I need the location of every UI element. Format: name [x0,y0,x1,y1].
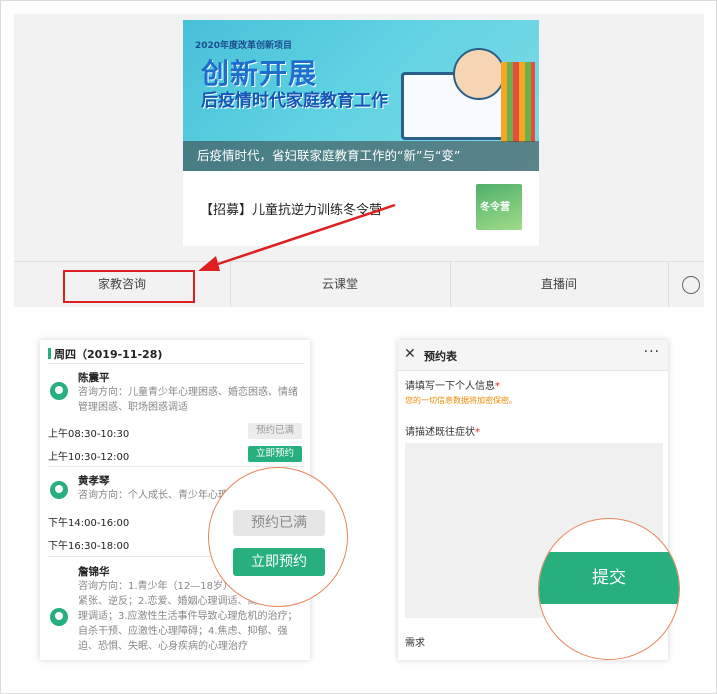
date-accent-bar [48,348,51,359]
expert-name: 詹锦华 [78,566,110,578]
close-icon[interactable]: ✕ [404,346,416,362]
divider [48,466,304,467]
expert-avatar-icon [50,382,68,400]
slot-time: 上午10:30-12:00 [48,452,130,463]
submit-button[interactable]: 提交 [539,552,679,604]
expert-desc: 咨询方向：儿童青少年心理困惑、婚恋困惑、情绪管理困惑、职场困惑调适 [78,387,298,413]
slot-time: 下午14:00-16:00 [48,518,130,529]
privacy-note: 您的一切信息数据将加密保密。 [405,396,517,405]
required-mark: * [475,427,480,438]
slot-time: 上午08:30-10:30 [48,429,130,440]
form-header: ✕ 预约表 ··· [398,340,668,371]
needs-label: 需求 [405,638,425,649]
personal-info-label: 请填写一下个人信息* [405,377,500,392]
expert-name: 黄孝琴 [78,475,110,487]
zoom-callout-submit: 提交 [538,518,680,660]
required-mark: * [495,381,500,392]
zoom-book-button[interactable]: 立即预约 [233,548,325,576]
book-now-button[interactable]: 立即预约 [248,446,302,462]
zoom-full-button: 预约已满 [233,510,325,536]
form-title: 预约表 [424,350,457,363]
expert-avatar-icon [50,481,68,499]
slot-full-button: 预约已满 [248,423,302,439]
zoom-callout-buttons: 预约已满 立即预约 [208,467,348,607]
personal-info-label-text: 请填写一下个人信息 [405,381,495,392]
expert-avatar-icon [50,608,68,626]
symptom-label: 请描述既往症状* [405,423,480,438]
more-icon[interactable]: ··· [644,344,660,360]
divider [48,363,304,364]
symptom-label-text: 请描述既往症状 [405,427,475,438]
expert-name: 陈震平 [78,372,110,384]
schedule-date: 周四（2019-11-28) [54,348,163,361]
slot-time: 下午16:30-18:00 [48,541,130,552]
